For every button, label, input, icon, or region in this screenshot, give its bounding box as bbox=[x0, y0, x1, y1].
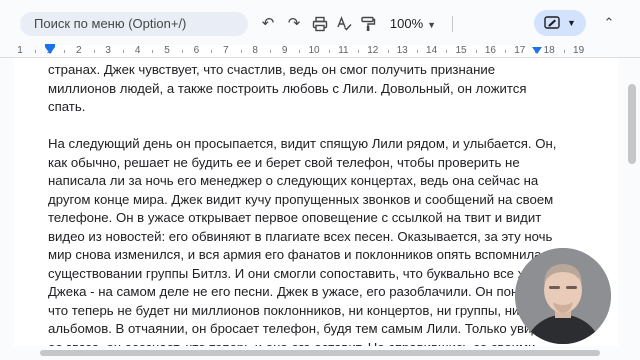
ruler-tick bbox=[416, 50, 418, 53]
spellcheck-icon[interactable] bbox=[334, 14, 354, 34]
ruler-number: 16 bbox=[484, 45, 496, 56]
ruler-tick bbox=[328, 50, 330, 53]
ruler-number: 6 bbox=[193, 45, 200, 56]
ruler-tick bbox=[181, 50, 183, 53]
text-line: что теперь не будет ни миллионов поклонн… bbox=[48, 302, 538, 318]
ruler-number: 9 bbox=[281, 45, 288, 56]
ruler-number: 18 bbox=[543, 45, 555, 56]
ruler-tick bbox=[475, 50, 477, 53]
redo-icon[interactable]: ↷ bbox=[284, 14, 304, 34]
text-line: странах. Джек чувствует, что счастлив, в… bbox=[48, 62, 496, 77]
text-line: Джека - на самом деле не его песни. Джек… bbox=[48, 284, 535, 299]
text-line: существовании группы Битлз. И они смогли… bbox=[48, 265, 548, 281]
document-body[interactable]: странах. Джек чувствует, что счастлив, в… bbox=[48, 61, 558, 346]
text-line: мир снова изменился, и вся армия его фан… bbox=[48, 247, 553, 262]
chevron-down-icon: ▼ bbox=[567, 18, 576, 28]
ruler-tick bbox=[387, 50, 389, 53]
ruler-tick bbox=[269, 50, 271, 53]
ruler-tick bbox=[211, 50, 213, 53]
ruler-number: 11 bbox=[338, 45, 349, 56]
zoom-value: 100% bbox=[389, 16, 424, 31]
ruler-tick bbox=[93, 50, 95, 53]
webcam-overlay bbox=[515, 248, 611, 344]
ruler-tick bbox=[64, 50, 66, 53]
presenter-avatar bbox=[515, 248, 611, 344]
toolbar: Поиск по меню (Option+/) ↶ ↷ 100% ▼ ▼ ⌃ bbox=[0, 0, 640, 44]
ruler-tick bbox=[152, 50, 154, 53]
ruler-number: 2 bbox=[76, 45, 82, 56]
ruler-number: 14 bbox=[426, 45, 438, 56]
ruler-tick bbox=[34, 50, 36, 53]
ruler-number: 12 bbox=[367, 45, 379, 56]
print-icon[interactable] bbox=[310, 14, 330, 34]
ruler-number: 15 bbox=[455, 45, 467, 56]
horizontal-scroll-thumb[interactable] bbox=[40, 350, 600, 356]
right-indent-marker[interactable] bbox=[532, 47, 542, 54]
pen-icon bbox=[544, 16, 560, 29]
paint-format-icon[interactable] bbox=[358, 14, 378, 34]
ruler-number: 4 bbox=[134, 45, 141, 56]
text-line: На следующий день он просыпается, видит … bbox=[48, 136, 557, 151]
vertical-scroll-thumb[interactable] bbox=[628, 84, 636, 164]
ruler-tick bbox=[122, 50, 124, 53]
text-line: написала ли за ночь его менеджер о следу… bbox=[48, 173, 539, 188]
vertical-scrollbar[interactable] bbox=[624, 58, 640, 348]
horizontal-ruler[interactable]: 1 1 2 3 4 5 6 7 8 9 10 11 12 13 14 15 16 17 18 19 bbox=[0, 44, 640, 58]
text-line: телефоне. Он в ужасе открывает первое оп… bbox=[48, 210, 542, 225]
ruler-tick bbox=[299, 50, 301, 53]
zoom-select[interactable]: 100% ▼ bbox=[384, 12, 442, 36]
menu-search-input[interactable]: Поиск по меню (Option+/) bbox=[20, 12, 248, 36]
text-line: видео из новостей: его обвиняют в плагиа… bbox=[48, 228, 553, 244]
text-line: альбомов. В отчаянии, он бросает телефон… bbox=[48, 321, 540, 336]
ruler-number: 10 bbox=[308, 45, 320, 56]
ruler-number: 19 bbox=[573, 45, 585, 56]
ruler-number: 5 bbox=[164, 45, 170, 56]
chevron-down-icon: ▼ bbox=[427, 20, 437, 30]
ruler-number: 8 bbox=[252, 45, 258, 56]
left-indent-marker[interactable] bbox=[45, 47, 55, 54]
text-line: миллионов людей, а также построить любов… bbox=[48, 80, 527, 96]
editing-mode-button[interactable]: ▼ bbox=[534, 10, 586, 36]
ruler-tick bbox=[240, 50, 242, 53]
text-line: как обычно, решает не будить ее и берет … bbox=[48, 154, 520, 170]
undo-icon[interactable]: ↶ bbox=[258, 14, 278, 34]
collapse-menus-icon[interactable]: ⌃ bbox=[598, 12, 620, 34]
ruler-number: 7 bbox=[223, 45, 229, 56]
ruler-tick bbox=[358, 50, 360, 53]
text-line: спать. bbox=[48, 99, 86, 114]
ruler-number: 17 bbox=[514, 45, 526, 56]
ruler-number: 3 bbox=[105, 45, 111, 56]
ruler-tick bbox=[505, 50, 507, 53]
text-line: другом конце мира. Джек видит кучу пропу… bbox=[48, 191, 554, 207]
ruler-number: 1 bbox=[17, 45, 23, 56]
ruler-number: 13 bbox=[396, 45, 408, 56]
ruler-tick bbox=[563, 50, 565, 53]
horizontal-scrollbar[interactable] bbox=[0, 346, 640, 360]
text-line: ее глаза, он осознает, что теперь и она … bbox=[48, 339, 558, 347]
ruler-tick bbox=[446, 50, 448, 53]
toolbar-divider bbox=[452, 16, 453, 32]
